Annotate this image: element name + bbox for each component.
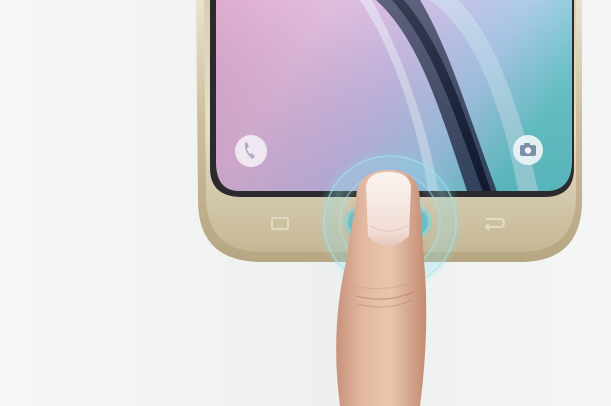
phone-photo [196, 0, 582, 406]
camera-icon [513, 135, 543, 165]
phone-icon [235, 135, 267, 167]
photo-scene [0, 0, 611, 406]
